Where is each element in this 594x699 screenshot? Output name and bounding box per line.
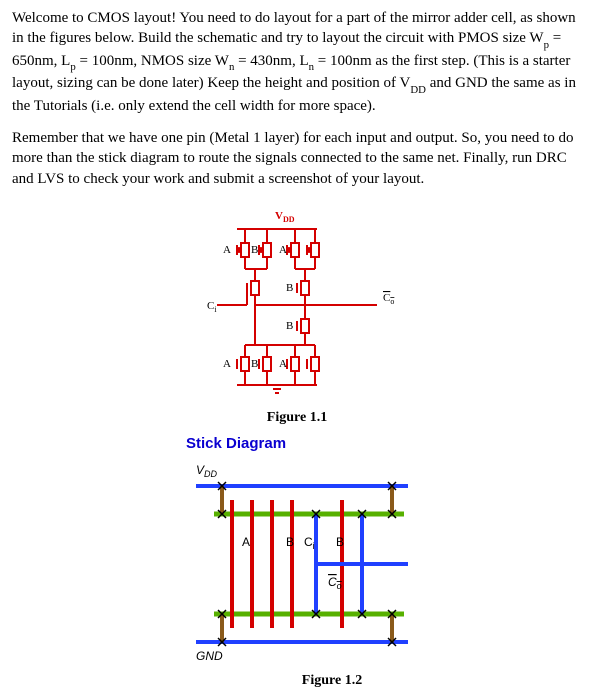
p1-sub-dd: DD [410, 84, 426, 96]
paragraph-2: Remember that we have one pin (Metal 1 l… [12, 128, 582, 189]
fig1-vdd-label: VDD [275, 210, 295, 224]
figure-1-2-caption: Figure 1.2 [82, 672, 582, 691]
fig1-ci-label: Ci [207, 300, 217, 314]
figure-1-1-caption: Figure 1.1 [12, 409, 582, 428]
stick-diagram-svg: VDD [186, 456, 446, 666]
figure-1-2: VDD [12, 456, 582, 691]
fig1-a-label-2: A [279, 244, 287, 256]
fig2-ci-label: Ci [304, 535, 315, 551]
fig1-a-label-3: A [223, 358, 231, 370]
fig2-b-label-1: B [286, 535, 294, 549]
p1-sub-p1: p [544, 39, 549, 51]
paragraph-1: Welcome to CMOS layout! You need to do l… [12, 8, 582, 116]
stick-diagram-title: Stick Diagram [186, 434, 582, 454]
fig2-co-label: Co [328, 575, 342, 591]
p1-t1: Welcome to CMOS layout! You need to do l… [12, 10, 576, 46]
p1-sub-p2: p [70, 61, 75, 73]
fig1-b-label-2: B [286, 282, 293, 294]
fig2-a-label: A [242, 535, 250, 549]
p1-t3: = 100nm, NMOS size W [76, 53, 229, 69]
fig1-b-label-3: B [286, 320, 293, 332]
p1-sub-n1: n [229, 61, 234, 73]
fig1-b-label-1: B [251, 244, 258, 256]
fig1-a-label-4: A [279, 358, 287, 370]
fig2-gnd-label: GND [196, 649, 223, 663]
fig1-a-label-1: A [223, 244, 231, 256]
p1-t4: = 430nm, L [234, 53, 308, 69]
p1-sub-n2: n [309, 61, 314, 73]
fig2-b-label-2: B [336, 535, 344, 549]
fig2-vdd-label: VDD [196, 463, 218, 479]
schematic-svg: VDD A B A B Ci B A B A Co [167, 203, 427, 403]
figure-1-1: VDD A B A B Ci B A B A Co Figure 1.1 [12, 203, 582, 428]
fig1-b-label-4: B [251, 358, 258, 370]
fig1-co-label: Co [383, 292, 394, 306]
